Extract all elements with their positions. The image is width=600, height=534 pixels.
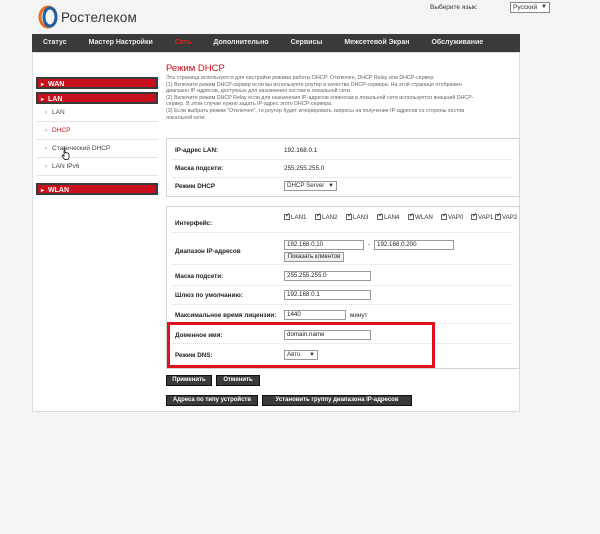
header: Ростелеком Выберите язык: Русский ▼: [32, 0, 550, 34]
language-label: Выберите язык:: [430, 4, 478, 11]
description-line: (3) Если выбрать режим "Отключен", то ро…: [166, 107, 465, 114]
interface-checkbox-vap0[interactable]: VAP0: [441, 212, 463, 221]
description-line: локальной сети.: [166, 114, 206, 121]
sidebar-item-lan-ipv6[interactable]: LAN IPv6: [36, 158, 158, 176]
sidebar-item-dhcp[interactable]: DHCP: [36, 122, 158, 140]
nav-status[interactable]: Статус: [32, 34, 78, 52]
nav-wizard[interactable]: Мастер Настройки: [78, 34, 164, 52]
interface-checkbox-lan2[interactable]: LAN2: [315, 212, 337, 221]
chevron-down-icon: ▼: [328, 183, 334, 189]
dhcp-mode-row: Режим DHCP DHCP Server ▼: [172, 178, 514, 196]
lan-mask-label: Маска подсети:: [175, 165, 224, 172]
gateway-label: Шлюз по умолчанию:: [175, 292, 243, 299]
page-title: Режим DHCP: [166, 63, 225, 74]
lan-ip-row: IP-адрес LAN: 192.168.0.1: [172, 142, 514, 160]
highlight-box: [167, 322, 435, 368]
lease-unit: минут: [350, 312, 368, 319]
dhcp-mode-value: DHCP Server: [287, 182, 325, 189]
nav-advanced[interactable]: Дополнительно: [202, 34, 279, 52]
ip-range-row: Диапазон IP-адресов 192.168.0.10 - 192.1…: [172, 237, 514, 265]
interface-checkbox-lan4[interactable]: LAN4: [377, 212, 399, 221]
interface-checkbox-vap1[interactable]: VAP1: [471, 212, 493, 221]
subnet-mask-row: Маска подсети: 255.255.255.0: [172, 268, 514, 286]
sidebar-item-lan[interactable]: LAN: [36, 104, 158, 122]
interface-checkbox-wlan[interactable]: WLAN: [408, 212, 433, 221]
ip-range-start-input[interactable]: 192.168.0.10: [284, 240, 364, 250]
nav-maintenance[interactable]: Обслуживание: [420, 34, 494, 52]
dhcp-mode-select[interactable]: DHCP Server ▼: [284, 181, 337, 191]
language-value: Русский: [513, 4, 538, 11]
chevron-down-icon: ▼: [541, 4, 547, 10]
subnet-mask-input[interactable]: 255.255.255.0: [284, 271, 371, 281]
show-clients-button[interactable]: Показать клиентов: [284, 252, 344, 262]
sidebar-section-wlan[interactable]: WLAN: [36, 183, 158, 197]
description-line: Эта страница используется для настройки …: [166, 75, 435, 81]
set-ip-range-group-button[interactable]: Установить группу диапазона IP-адресов: [262, 395, 412, 406]
nav-firewall[interactable]: Межсетевой Экран: [333, 34, 420, 52]
nav-services[interactable]: Сервисы: [280, 34, 334, 52]
description-line: сервер. В этом случае нужно задать IP-ад…: [166, 101, 333, 108]
hand-cursor-icon: [61, 147, 70, 160]
lease-label: Максимальное время лицензии:: [175, 312, 277, 319]
brand-name: Ростелеком: [61, 10, 137, 25]
lan-ip-label: IP-адрес LAN:: [175, 147, 219, 154]
ip-range-end-input[interactable]: 192.168.0.200: [374, 240, 454, 250]
ip-range-label: Диапазон IP-адресов: [175, 248, 241, 255]
rostelecom-logo-icon: [38, 5, 58, 29]
description-line: (2) Включите режим DHCP Relay если для н…: [166, 94, 474, 101]
device-type-addresses-button[interactable]: Адреса по типу устройств: [166, 395, 258, 406]
gateway-input[interactable]: 192.168.0.1: [284, 290, 371, 300]
lease-input[interactable]: 1440: [284, 310, 346, 320]
description-line: (1) Включите режим DHCP-сервер если вы и…: [166, 81, 462, 88]
logo[interactable]: Ростелеком: [38, 4, 158, 30]
lan-ip-value: 192.168.0.1: [284, 147, 318, 154]
sidebar-section-wan[interactable]: WAN: [36, 77, 158, 91]
language-select[interactable]: Русский ▼: [510, 2, 550, 13]
lan-mask-row: Маска подсети: 255.255.255.0: [172, 160, 514, 178]
interface-checkbox-lan3[interactable]: LAN3: [346, 212, 368, 221]
description-line: диапазон IP-адресов, доступных для назна…: [166, 88, 352, 95]
nav-network[interactable]: Сеть: [164, 34, 203, 52]
subnet-mask-label: Маска подсети:: [175, 273, 224, 280]
interface-label: Интерфейс:: [175, 220, 213, 227]
sidebar-item-static-dhcp[interactable]: Статический DHCP: [36, 140, 158, 158]
apply-button[interactable]: Применить: [166, 375, 212, 386]
page-description: Эта страница используется для настройки …: [166, 75, 521, 121]
browser-screenshot: Ростелеком Выберите язык: Русский ▼ Стат…: [0, 0, 600, 534]
main-nav: Статус Мастер Настройки Сеть Дополнитель…: [32, 34, 520, 52]
dhcp-mode-label: Режим DHCP: [175, 183, 216, 190]
interface-row: Интерфейс: LAN1 LAN2 LAN3 LAN4 WLAN VAP0…: [172, 211, 517, 233]
sidebar-section-lan[interactable]: LAN: [36, 92, 158, 106]
sidebar: WAN LAN LAN DHCP Статический DHCP LAN IP…: [36, 77, 158, 198]
interface-checkbox-vap2[interactable]: VAP2: [495, 212, 517, 221]
lan-info-panel: IP-адрес LAN: 192.168.0.1 Маска подсети:…: [166, 138, 520, 197]
lan-mask-value: 255.255.255.0: [284, 165, 325, 172]
ip-range-separator: -: [368, 241, 371, 248]
cancel-button[interactable]: Отменить: [216, 375, 260, 386]
gateway-row: Шлюз по умолчанию: 192.168.0.1: [172, 287, 514, 305]
interface-checkbox-lan1[interactable]: LAN1: [284, 212, 306, 221]
